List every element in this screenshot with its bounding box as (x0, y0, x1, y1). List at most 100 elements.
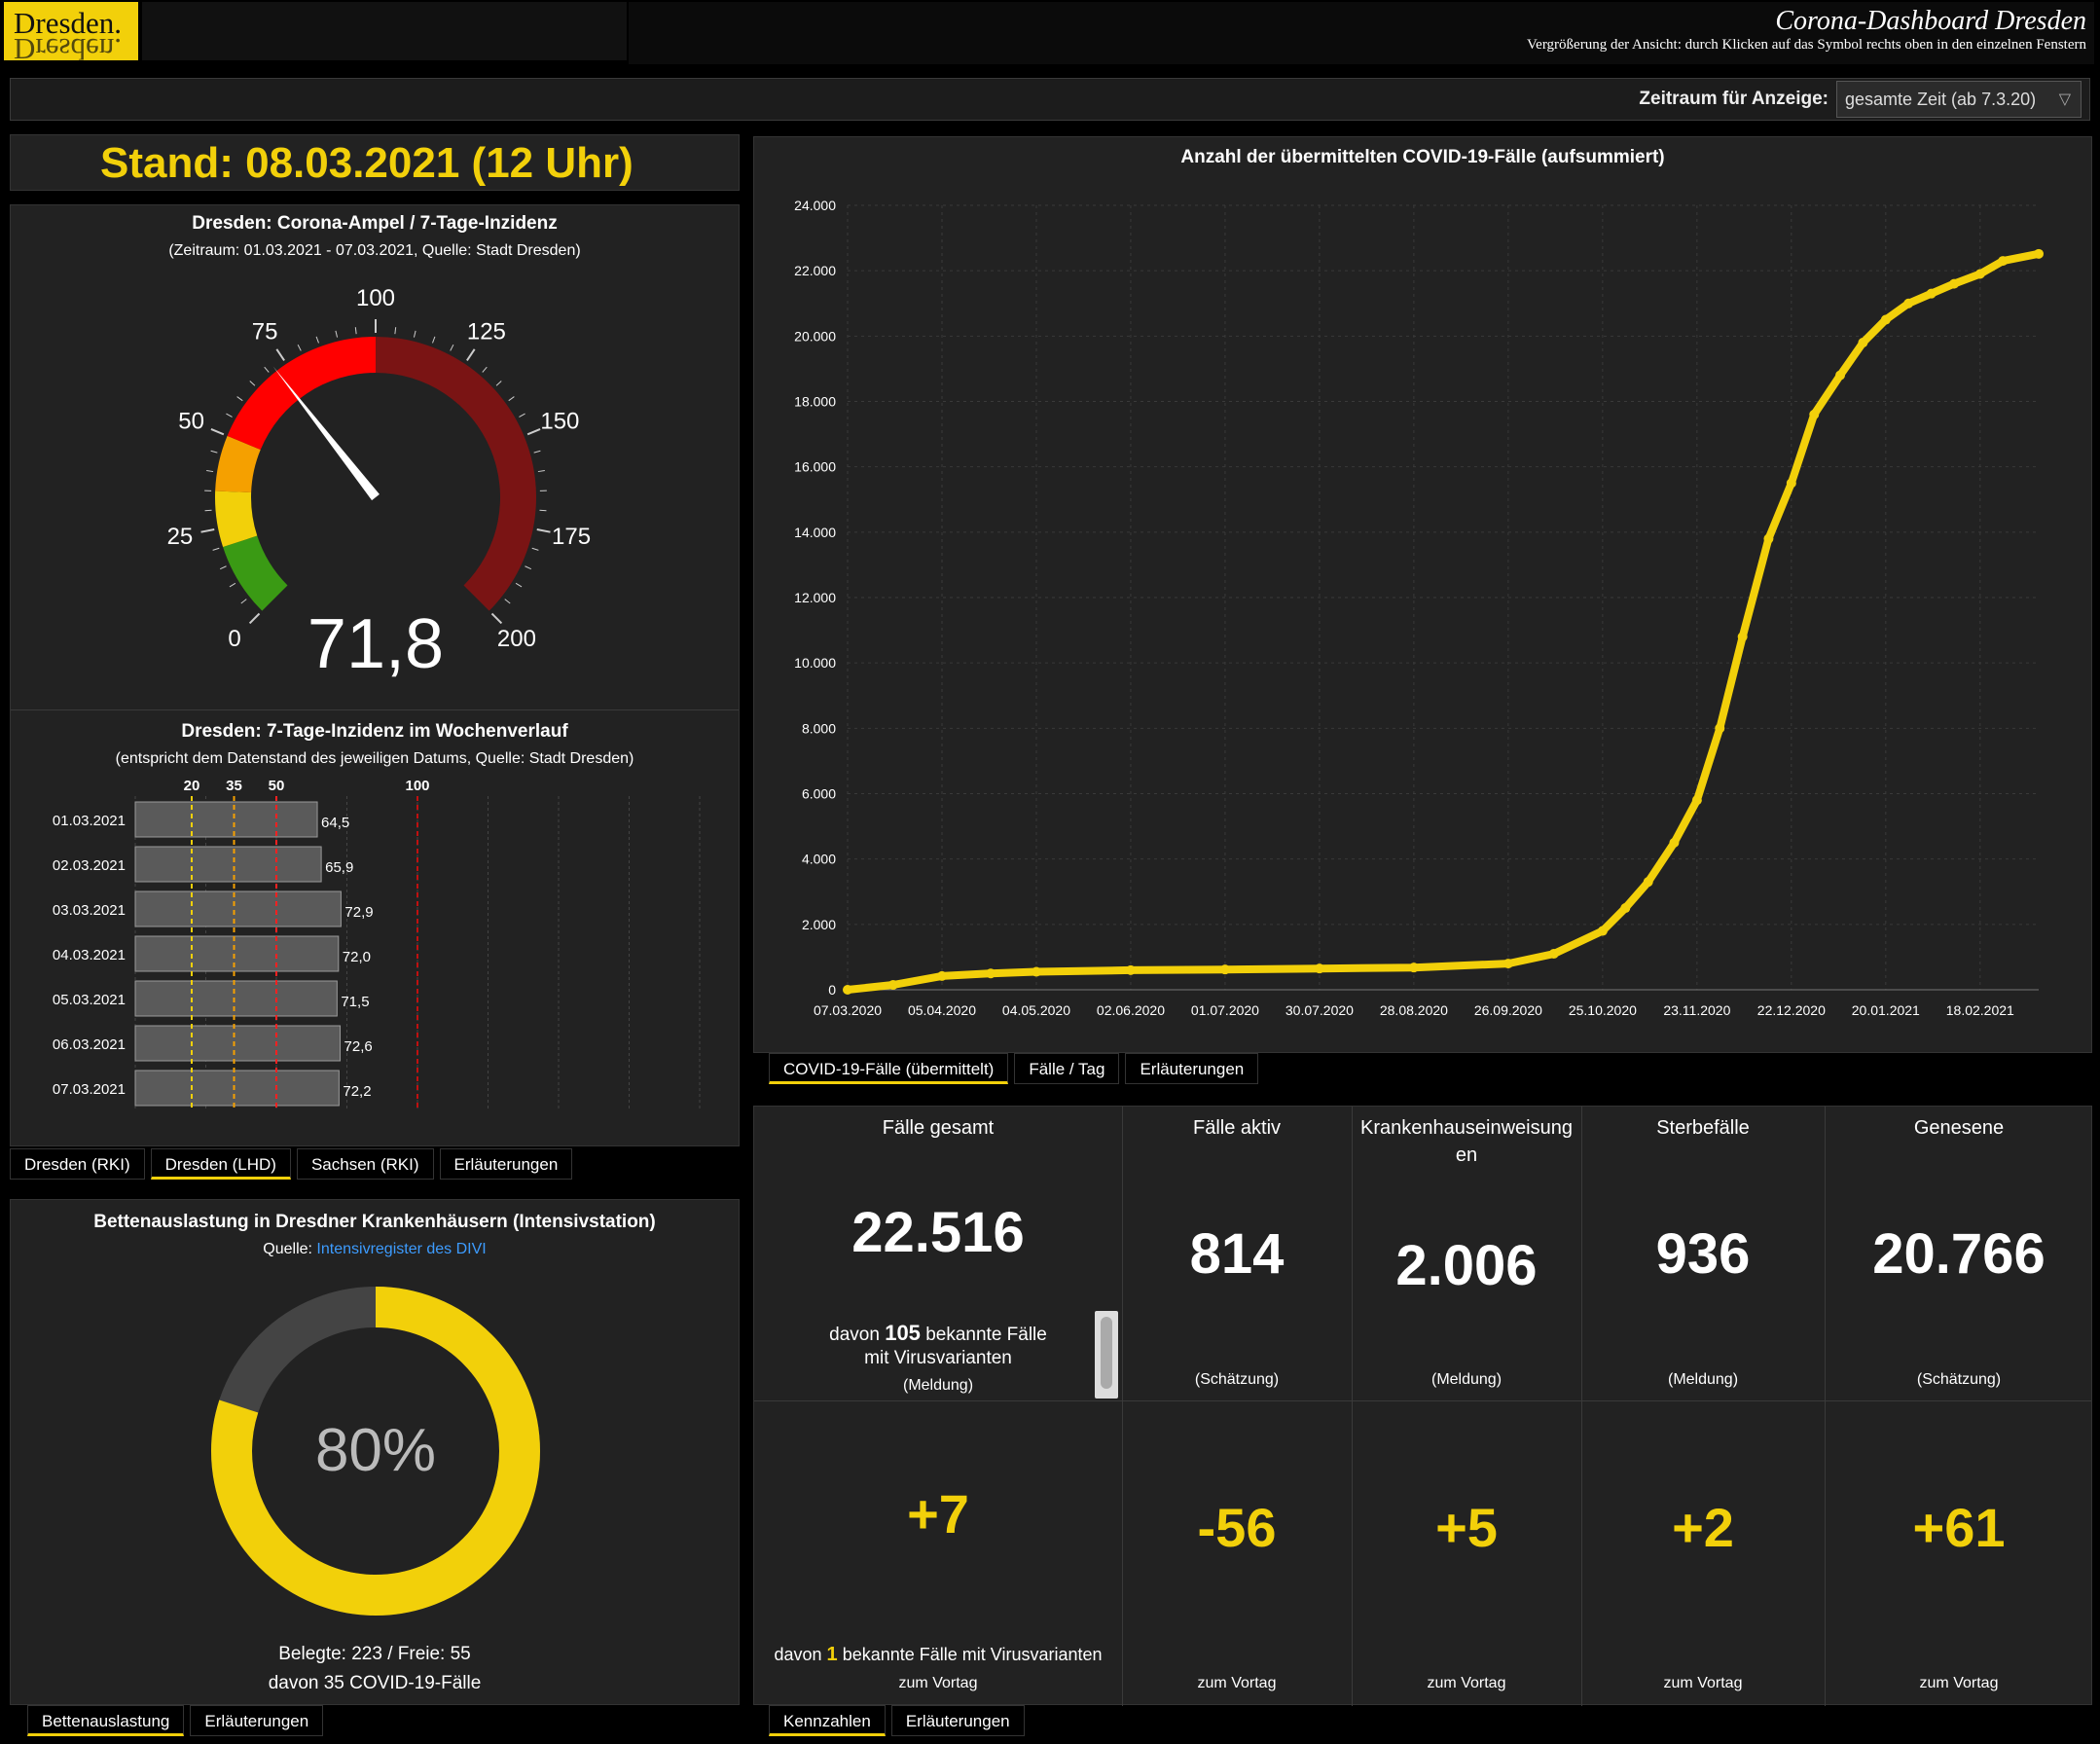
gauge-title: Dresden: Corona-Ampel / 7-Tage-Inzidenz (192, 213, 558, 234)
kpi-change-note: zum Vortag (1663, 1675, 1743, 1691)
data-point (1786, 478, 1796, 489)
gauge-tick (531, 547, 539, 551)
header-bar: Corona-Dashboard Dresden Vergrößerung de… (629, 2, 2094, 64)
gauge-needle (272, 366, 380, 501)
beds-line1: Belegte: 223 / Freie: 55 (278, 1644, 471, 1664)
tab-beds-erlaeuterungen[interactable]: Erläuterungen (190, 1705, 324, 1736)
kpi-value: 2.006 (1395, 1234, 1538, 1297)
kpi-note: (Schätzung) (1194, 1371, 1280, 1388)
data-point (1691, 795, 1702, 806)
data-point (1737, 632, 1748, 642)
gauge-tick (495, 381, 502, 386)
x-tick-label: 30.07.2020 (1285, 1002, 1354, 1018)
tab-bettenauslastung[interactable]: Bettenauslastung (27, 1705, 185, 1736)
gauge-tick (526, 428, 541, 436)
x-tick-label: 02.06.2020 (1097, 1002, 1165, 1018)
gauge-tick (508, 396, 515, 402)
gauge-tick-label: 200 (497, 626, 536, 652)
data-point (1314, 963, 1324, 974)
gauge-tick-label: 100 (356, 285, 395, 311)
kpi-label: Fälle aktiv (1192, 1117, 1282, 1139)
gauge-tick (432, 336, 436, 344)
y-tick-label: 20.000 (794, 328, 836, 344)
kpi-value: 936 (1655, 1222, 1751, 1286)
zeitraum-select[interactable]: gesamte Zeit (ab 7.3.20) ▽ (1836, 81, 2082, 118)
weekly-date-label: 01.03.2021 (53, 813, 126, 829)
weekly-date-label: 05.03.2021 (53, 992, 126, 1008)
gauge-tick (275, 348, 285, 362)
gauge-tick-label: 125 (467, 319, 506, 345)
chart-tabs: COVID-19-Fälle (übermittelt) Fälle / Tag… (769, 1053, 1259, 1084)
gauge-tick (200, 527, 215, 533)
scrollbar[interactable] (1095, 1311, 1118, 1399)
data-point (1974, 269, 1985, 279)
tab-dresden-lhd[interactable]: Dresden (LHD) (150, 1148, 291, 1180)
weekly-date-label: 02.03.2021 (53, 857, 126, 874)
gauge-tick (525, 565, 532, 570)
kpi-change-note: zum Vortag (1919, 1675, 1999, 1691)
data-point (843, 985, 852, 995)
divi-link[interactable]: Intensivregister des DIVI (316, 1241, 486, 1257)
gauge-tick (394, 327, 397, 335)
tab-dresden-rki[interactable]: Dresden (RKI) (10, 1148, 145, 1180)
cases-chart-panel: Anzahl der übermittelten COVID-19-Fälle … (753, 136, 2092, 1053)
y-tick-label: 2.000 (802, 917, 836, 932)
tab-chart-erlaeuterungen[interactable]: Erläuterungen (1125, 1053, 1259, 1084)
incidence-gauge: 0 25 50 75 100 125 150 175 200 71,8 (167, 285, 591, 683)
weekly-title: Dresden: 7-Tage-Inzidenz im Wochenverlau… (181, 721, 568, 742)
weekly-value-label: 64,5 (321, 815, 349, 831)
gauge-tick (315, 336, 319, 344)
x-tick-label: 05.04.2020 (908, 1002, 976, 1018)
kpi-panel: Fälle gesamt 22.516 davon 105 bekannte F… (753, 1106, 2092, 1706)
y-tick-label: 6.000 (802, 786, 836, 802)
data-point (1880, 314, 1891, 325)
gauge-tick-label: 175 (552, 524, 591, 550)
gauge-tick (219, 565, 227, 570)
tab-kpi-erlaeuterungen[interactable]: Erläuterungen (890, 1705, 1025, 1736)
tab-sachsen-rki[interactable]: Sachsen (RKI) (296, 1148, 434, 1180)
cases-line-chart: 0 2.000 4.000 6.000 8.000 10.000 12.000 14.000 1… (794, 198, 2044, 1018)
stand-date: Stand: 08.03.2021 (12 Uhr) (100, 139, 634, 187)
divider (11, 709, 739, 710)
gauge-tick (504, 599, 511, 604)
gauge-tick (335, 330, 339, 338)
weekly-bar (134, 801, 318, 838)
tab-kennzahlen[interactable]: Kennzahlen (769, 1705, 886, 1736)
weekly-bar (134, 1070, 340, 1107)
x-tick-label: 26.09.2020 (1474, 1002, 1542, 1018)
zeitraum-bar: Zeitraum für Anzeige: gesamte Zeit (ab 7… (10, 78, 2090, 121)
kpi-change-value: +5 (1435, 1497, 1498, 1558)
tab-covid-faelle[interactable]: COVID-19-Fälle (übermittelt) (769, 1053, 1009, 1084)
gauge-tick (297, 344, 302, 351)
tab-erlaeuterungen[interactable]: Erläuterungen (439, 1148, 573, 1180)
weekly-subtitle: (entspricht dem Datenstand des jeweilige… (115, 750, 634, 767)
kpi-label: Genesene (1913, 1117, 2005, 1139)
kpi-change-value: +7 (907, 1483, 969, 1544)
kpi-note: (Meldung) (902, 1377, 974, 1394)
gauge-tick (466, 348, 476, 362)
y-tick-label: 4.000 (802, 852, 836, 867)
data-point (1835, 370, 1845, 381)
y-tick-label: 24.000 (794, 198, 836, 213)
gauge-subtitle: (Zeitraum: 01.03.2021 - 07.03.2021, Quel… (168, 242, 581, 259)
data-point (1620, 903, 1631, 914)
gauge-tick (229, 582, 236, 588)
scrollbar-thumb[interactable] (1101, 1317, 1112, 1389)
gauge-tick (226, 413, 233, 418)
dresden-logo[interactable]: Dresden. Dresden. (4, 2, 138, 66)
gauge-tick (210, 428, 225, 436)
kpi-change-value: -56 (1197, 1497, 1277, 1558)
gauge-tick (206, 469, 214, 473)
data-point (2034, 248, 2044, 259)
logo-reflection: Dresden. (14, 32, 123, 66)
tab-faelle-pro-tag[interactable]: Fälle / Tag (1014, 1053, 1120, 1084)
gauge-tick (539, 509, 547, 512)
y-tick-label: 18.000 (794, 394, 836, 410)
x-tick-label: 01.07.2020 (1191, 1002, 1259, 1018)
weekly-date-label: 07.03.2021 (53, 1081, 126, 1098)
kpi-change-note: zum Vortag (1197, 1675, 1277, 1691)
gauge-band (376, 337, 536, 611)
dashboard-subtitle: Vergrößerung der Ansicht: durch Klicken … (1527, 37, 2086, 53)
data-point (1597, 926, 1608, 936)
data-point (1219, 964, 1230, 975)
